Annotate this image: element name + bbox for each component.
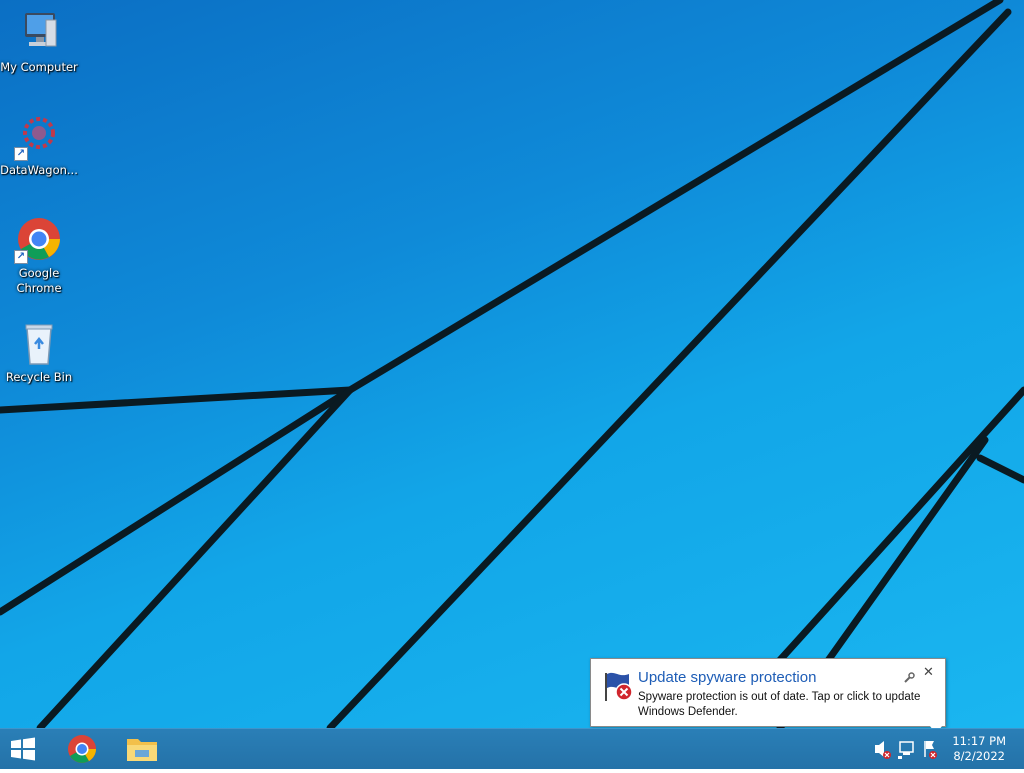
wrench-icon[interactable] <box>903 669 915 683</box>
windows-logo-icon <box>11 737 35 761</box>
volume-muted-icon <box>875 741 891 759</box>
chrome-icon <box>68 735 96 763</box>
desktop-icon-my-computer[interactable]: My Computer <box>0 10 78 75</box>
taskbar-app-file-explorer[interactable] <box>122 733 162 765</box>
desktop: My Computer ↗ DataWagon... ↗ Google Chro… <box>0 0 1024 728</box>
desktop-icon-label: DataWagon... <box>0 163 78 177</box>
taskbar-clock[interactable]: 11:17 PM 8/2/2022 <box>952 734 1006 764</box>
computer-icon <box>16 10 62 56</box>
desktop-icon-google-chrome[interactable]: ↗ Google Chrome <box>0 216 78 296</box>
clock-time: 11:17 PM <box>952 734 1006 748</box>
notification-toast[interactable]: Update spyware protection Spyware protec… <box>590 658 946 727</box>
desktop-icon-label: Google Chrome <box>16 266 62 295</box>
desktop-icon-label: Recycle Bin <box>5 370 73 384</box>
folder-icon <box>127 739 157 761</box>
wallpaper-lines <box>0 0 1024 728</box>
action-center-flag-icon <box>924 741 937 759</box>
close-icon[interactable]: ✕ <box>923 666 935 679</box>
notification-body: Spyware protection is out of date. Tap o… <box>638 691 921 718</box>
taskbar-app-chrome[interactable] <box>62 733 102 765</box>
start-button[interactable] <box>8 737 38 761</box>
chrome-icon: ↗ <box>14 216 62 264</box>
desktop-icon-datawagon[interactable]: ↗ DataWagon... <box>0 113 78 178</box>
shortcut-arrow-icon: ↗ <box>14 250 28 264</box>
clock-date: 8/2/2022 <box>953 749 1005 763</box>
desktop-icon-label: My Computer <box>0 60 78 74</box>
taskbar: 11:17 PM 8/2/2022 <box>0 728 1024 769</box>
notification-title: Update spyware protection <box>638 669 817 686</box>
network-icon <box>898 741 914 759</box>
recycle-bin-icon <box>16 320 62 366</box>
defender-flag-error-icon <box>601 669 635 703</box>
datawagon-icon: ↗ <box>14 113 62 161</box>
shortcut-arrow-icon: ↗ <box>14 147 28 161</box>
system-tray <box>872 729 942 769</box>
desktop-icon-recycle-bin[interactable]: Recycle Bin <box>0 320 78 385</box>
